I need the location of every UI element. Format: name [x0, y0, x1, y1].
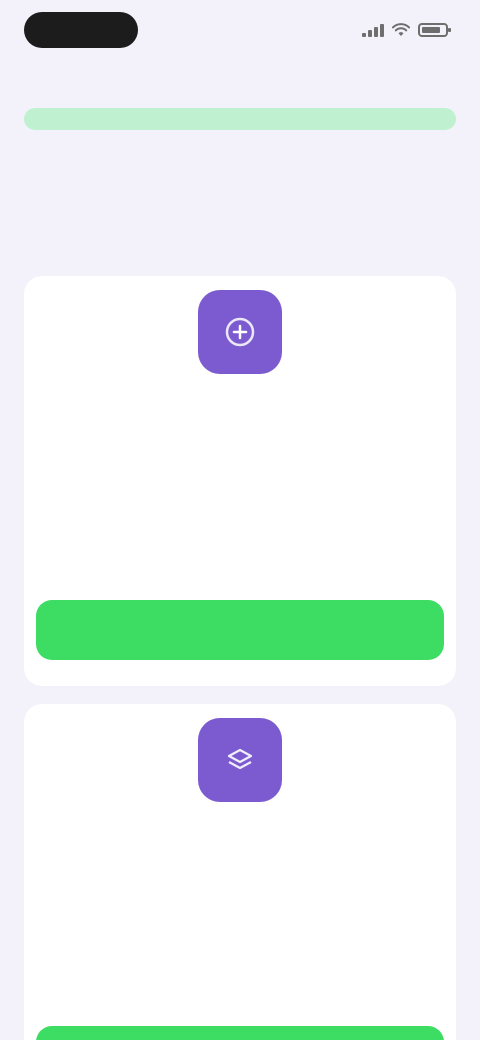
status-bar	[0, 0, 480, 64]
card-primary-button[interactable]	[36, 1026, 444, 1040]
card-primary-button[interactable]	[36, 600, 444, 660]
wifi-icon	[392, 23, 410, 36]
option-card-1	[24, 276, 456, 686]
add-icon	[198, 290, 282, 374]
option-card-2	[24, 704, 456, 1040]
screen	[0, 0, 480, 1040]
status-icons	[362, 20, 451, 40]
status-time	[24, 12, 138, 48]
battery-icon	[418, 23, 451, 37]
progress-fill	[24, 108, 456, 130]
signal-icon	[362, 23, 384, 37]
layers-icon	[198, 718, 282, 802]
progress-bar	[24, 108, 456, 130]
